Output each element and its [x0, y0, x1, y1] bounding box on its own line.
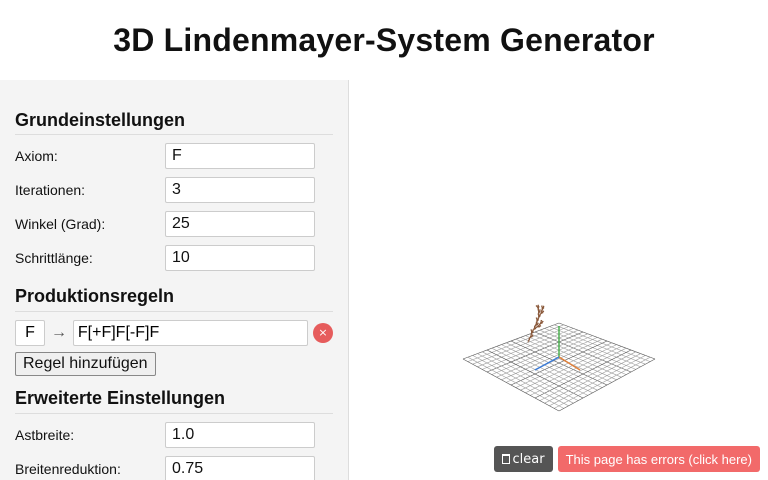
trash-icon — [501, 454, 510, 464]
step-length-input[interactable] — [165, 245, 315, 271]
angle-label: Winkel (Grad): — [15, 216, 106, 232]
tree-branch — [540, 319, 543, 323]
grid-line — [477, 353, 574, 404]
grid-line — [462, 358, 560, 412]
settings-sidebar: Grundeinstellungen Axiom: Iterationen: W… — [0, 80, 349, 480]
add-rule-button[interactable]: Regel hinzufügen — [15, 352, 156, 376]
console-toolbar: clear This page has errors (click here) — [493, 446, 760, 472]
page-title: 3D Lindenmayer-System Generator — [113, 21, 655, 58]
iterations-label: Iterationen: — [15, 182, 86, 198]
page-header: 3D Lindenmayer-System Generator — [0, 0, 768, 80]
angle-input[interactable] — [165, 211, 315, 237]
angle-row: Winkel (Grad): — [15, 207, 333, 241]
rule-predecessor-input[interactable] — [15, 320, 45, 346]
iterations-input[interactable] — [165, 177, 315, 203]
branch-width-input[interactable] — [165, 422, 315, 448]
width-reduction-label: Breitenreduktion: — [15, 461, 121, 477]
errors-button[interactable]: This page has errors (click here) — [557, 446, 760, 472]
iterations-row: Iterationen: — [15, 173, 333, 207]
width-reduction-input[interactable] — [165, 456, 315, 480]
grid-line — [549, 355, 646, 407]
section-rules-title: Produktionsregeln — [15, 286, 333, 312]
step-length-label: Schrittlänge: — [15, 250, 93, 266]
grid-line — [558, 358, 656, 412]
rule-arrow-icon: → — [50, 324, 67, 341]
section-advanced-title: Erweiterte Einstellungen — [15, 388, 333, 414]
axiom-row: Axiom: — [15, 139, 333, 173]
rule-successor-input[interactable] — [72, 320, 309, 346]
axiom-input[interactable] — [165, 143, 315, 169]
clear-label: clear — [512, 451, 545, 467]
grid-line — [554, 356, 651, 409]
rule-row: → × — [15, 318, 333, 348]
axiom-label: Axiom: — [15, 148, 58, 164]
lsystem-scene[interactable] — [350, 80, 768, 480]
grid-line — [467, 356, 564, 409]
width-reduction-row: Breitenreduktion: — [15, 452, 333, 480]
3d-viewport[interactable]: clear This page has errors (click here) — [350, 80, 768, 480]
section-basic-title: Grundeinstellungen — [15, 110, 333, 135]
branch-width-row: Astbreite: — [15, 418, 333, 452]
remove-rule-button[interactable]: × — [313, 323, 333, 343]
clear-button[interactable]: clear — [493, 446, 553, 472]
branch-width-label: Astbreite: — [15, 427, 75, 443]
grid-line — [472, 355, 569, 407]
step-length-row: Schrittlänge: — [15, 241, 333, 275]
tree-branch — [539, 309, 541, 312]
tree-branch — [536, 305, 538, 308]
tree-branch — [542, 305, 545, 309]
